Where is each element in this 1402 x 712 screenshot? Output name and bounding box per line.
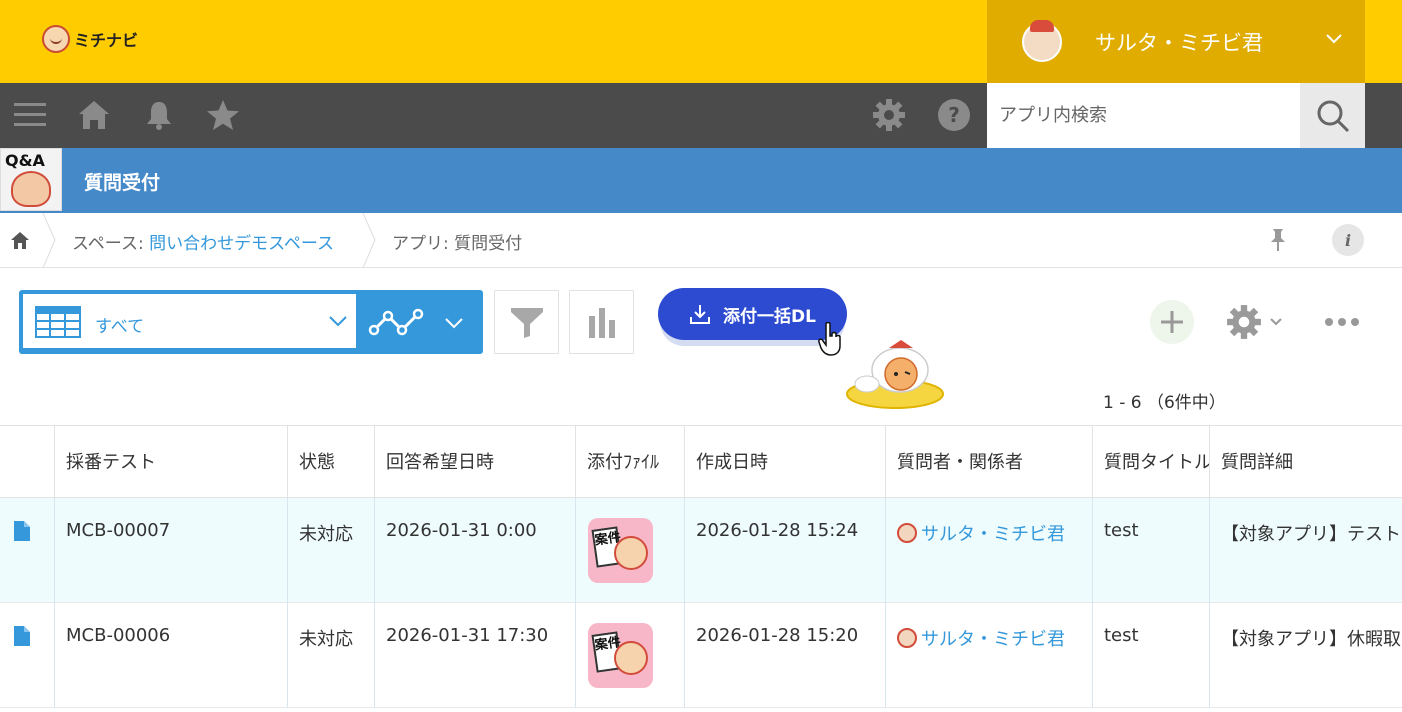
- info-icon[interactable]: i: [1332, 224, 1364, 256]
- table-header: 採番テスト 状態 回答希望日時 添付ﾌｧｲﾙ 作成日時 質問者・関係者 質問タイ…: [0, 425, 1402, 498]
- menu-icon[interactable]: [10, 95, 50, 135]
- breadcrumb-app: アプリ: 質問受付: [392, 234, 523, 254]
- breadcrumb: スペース: 問い合わせデモスペース アプリ: 質問受付 i: [0, 213, 1402, 268]
- table-header-cell: [0, 426, 55, 498]
- chevron-down-icon: [329, 316, 347, 327]
- bar-chart-icon: [588, 308, 615, 338]
- view-selector-box: すべて: [23, 294, 356, 348]
- table-cell: 未対応: [288, 603, 375, 708]
- svg-text:?: ?: [948, 103, 960, 127]
- chevron-down-icon: [445, 318, 463, 329]
- mascot-face-icon: [614, 641, 648, 675]
- table-cell: 2026-01-31 0:00: [375, 498, 576, 603]
- record-detail-icon[interactable]: [13, 520, 31, 542]
- view-selector[interactable]: すべて: [19, 290, 358, 354]
- gear-icon: [1227, 305, 1261, 339]
- breadcrumb-space: スペース: 問い合わせデモスペース: [72, 229, 334, 254]
- mascot-face-icon: [614, 536, 648, 570]
- home-icon[interactable]: [10, 231, 30, 255]
- view-name: すべて: [95, 317, 145, 337]
- user-link[interactable]: サルタ・ミチビ君: [921, 524, 1065, 545]
- bell-icon[interactable]: [139, 95, 179, 135]
- column-header[interactable]: 状態: [288, 426, 375, 498]
- table-cell: [0, 498, 55, 603]
- app-title-bar: Q&A 質問受付: [0, 148, 1402, 213]
- gear-icon[interactable]: [869, 95, 909, 135]
- table-cell: test: [1093, 498, 1210, 603]
- logo[interactable]: ミチナビ: [42, 22, 138, 56]
- ellipsis-icon: [1325, 318, 1359, 326]
- attachment-thumbnail[interactable]: 案件: [588, 518, 653, 583]
- column-header[interactable]: 質問タイトル: [1093, 426, 1210, 498]
- svg-text:i: i: [1345, 231, 1351, 249]
- mascot-face-icon: [11, 171, 51, 207]
- table-cell: 【対象アプリ】テスト: [1221, 524, 1401, 545]
- breadcrumb-separator: [362, 213, 376, 268]
- filter-button[interactable]: [494, 290, 559, 354]
- mascot-logo-icon: [42, 25, 70, 53]
- graph-selector[interactable]: [358, 290, 483, 354]
- help-icon[interactable]: ?: [934, 95, 974, 135]
- app-settings-button[interactable]: [1226, 300, 1290, 344]
- table-cell: 2026-01-31 17:30: [375, 603, 576, 708]
- table-cell: 未対応: [288, 498, 375, 603]
- star-icon[interactable]: [203, 95, 243, 135]
- column-header[interactable]: 質問者・関係者: [886, 426, 1093, 498]
- search-icon: [1317, 100, 1349, 132]
- column-header[interactable]: 添付ﾌｧｲﾙ: [576, 426, 685, 498]
- breadcrumb-space-link[interactable]: 問い合わせデモスペース: [149, 234, 334, 254]
- table-cell: 案件: [576, 603, 685, 708]
- table-cell: 2026-01-28 15:24: [685, 498, 886, 603]
- top-header: ミチナビ サルタ・ミチビ君: [0, 0, 1402, 83]
- column-header[interactable]: 採番テスト: [55, 426, 288, 498]
- user-menu[interactable]: サルタ・ミチビ君: [987, 0, 1365, 83]
- bulk-download-label: 添付一括DL: [723, 306, 816, 327]
- graph-line-icon: [368, 308, 424, 336]
- column-header[interactable]: 回答希望日時: [375, 426, 576, 498]
- mascot-illustration: [845, 338, 945, 410]
- record-detail-icon[interactable]: [13, 625, 31, 647]
- home-icon[interactable]: [74, 95, 114, 135]
- table-cell: test: [1093, 603, 1210, 708]
- plus-icon: [1161, 311, 1183, 333]
- table-cell: MCB-00006: [55, 603, 288, 708]
- avatar: [1022, 19, 1062, 62]
- logo-text: ミチナビ: [74, 31, 139, 50]
- attachment-thumbnail[interactable]: 案件: [588, 623, 653, 688]
- user-link[interactable]: サルタ・ミチビ君: [921, 629, 1065, 650]
- app-icon-label: Q&A: [5, 151, 45, 170]
- chart-button[interactable]: [569, 290, 634, 354]
- table-cell: 2026-01-28 15:20: [685, 603, 886, 708]
- table-view-icon: [35, 306, 81, 338]
- page-title[interactable]: 質問受付: [84, 168, 160, 195]
- avatar: [897, 628, 917, 648]
- table-cell: サルタ・ミチビ君: [886, 603, 1093, 708]
- table-row[interactable]: MCB-00007 未対応 2026-01-31 0:00 案件 2026-01…: [0, 498, 1402, 603]
- table-cell: 【対象アプリ】休暇取: [1221, 629, 1401, 650]
- chevron-down-icon: [1270, 318, 1282, 326]
- table-cell: サルタ・ミチビ君: [886, 498, 1093, 603]
- hand-cursor-icon: [818, 322, 841, 356]
- search-input[interactable]: [987, 83, 1300, 148]
- table-row[interactable]: MCB-00006 未対応 2026-01-31 17:30 案件 2026-0…: [0, 603, 1402, 708]
- search-button[interactable]: [1300, 83, 1365, 148]
- more-options-button[interactable]: [1320, 300, 1364, 344]
- download-icon: [690, 305, 711, 324]
- table-cell: [0, 603, 55, 708]
- user-name: サルタ・ミチビ君: [1095, 30, 1263, 55]
- breadcrumb-separator: [42, 213, 56, 268]
- breadcrumb-space-prefix: スペース:: [72, 234, 150, 254]
- table-cell: 案件: [576, 498, 685, 603]
- pin-icon[interactable]: [1268, 228, 1288, 256]
- table-cell: MCB-00007: [55, 498, 288, 603]
- column-header[interactable]: 質問詳細: [1210, 426, 1402, 498]
- column-header[interactable]: 作成日時: [685, 426, 886, 498]
- chevron-down-icon: [1326, 34, 1342, 44]
- app-icon: Q&A: [0, 148, 62, 211]
- record-count: 1 - 6 （6件中）: [1103, 393, 1226, 413]
- avatar: [897, 523, 917, 543]
- nav-bar: ?: [0, 83, 1402, 148]
- filter-icon: [510, 308, 543, 338]
- add-record-button[interactable]: [1150, 300, 1194, 344]
